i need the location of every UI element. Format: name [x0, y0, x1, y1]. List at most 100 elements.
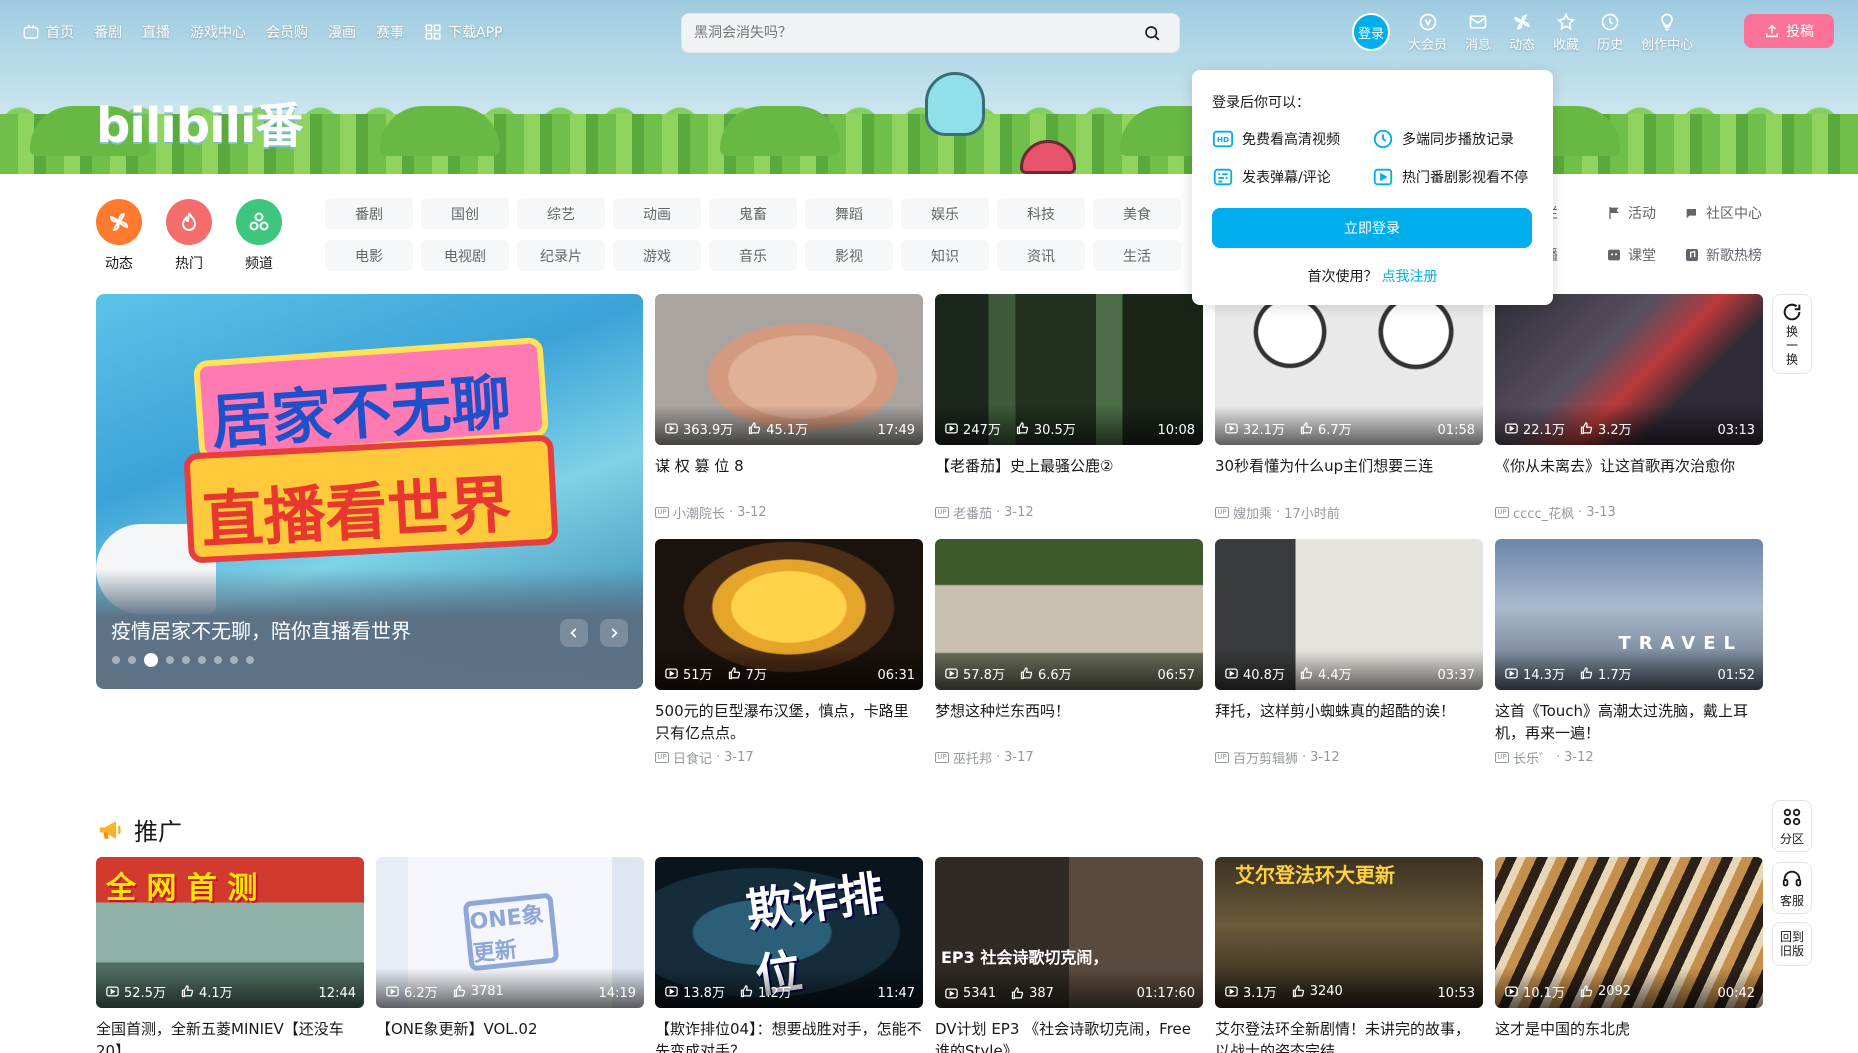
category-film[interactable]: 影视 [805, 240, 893, 271]
carousel-dot[interactable] [214, 656, 222, 664]
video-meta[interactable]: UP 巫托邦 · 3-17 [935, 748, 1203, 767]
register-link[interactable]: 点我注册 [1382, 269, 1438, 285]
nav-home[interactable]: 首页 [22, 22, 74, 42]
video-title[interactable]: DV计划 EP3 《社会诗歌切克闹，Free谁的Style》 [935, 1018, 1203, 1053]
quick-hot[interactable]: 热门 [166, 199, 212, 273]
video-title[interactable]: 《你从未离去》让这首歌再次治愈你 [1495, 455, 1763, 499]
category-kichiku[interactable]: 鬼畜 [709, 198, 797, 229]
video-title[interactable]: 艾尔登法环全新剧情！未讲完的故事，以战士的姿态完结 [1215, 1018, 1483, 1053]
video-thumbnail[interactable]: 247万 30.5万 10:08 [935, 294, 1203, 445]
video-thumbnail[interactable]: 10.1万 2092 00:42 [1495, 857, 1763, 1008]
video-title[interactable]: 【欺诈排位04】：想要战胜对手，怎能不先变成对手？ [655, 1018, 923, 1053]
link-activity[interactable]: 活动 [1606, 203, 1656, 223]
nav-download-app[interactable]: 下载APP [424, 22, 502, 42]
carousel-dot[interactable] [128, 656, 136, 664]
zone-button[interactable]: 分区 [1772, 800, 1812, 852]
carousel[interactable]: 居家不无聊 直播看世界 疫情居家不无聊，陪你直播看世界 [96, 294, 643, 689]
video-thumbnail[interactable]: 363.9万 45.1万 17:49 [655, 294, 923, 445]
carousel-next-button[interactable] [600, 619, 628, 647]
video-card[interactable]: TRAVEL 14.3万 1.7万 01:52 这首《Touch》高潮太过洗脑，… [1495, 539, 1763, 767]
nav-messages[interactable]: 消息 [1465, 12, 1491, 53]
nav-history[interactable]: 历史 [1597, 12, 1623, 53]
video-title[interactable]: 【老番茄】史上最骚公鹿② [935, 455, 1203, 499]
category-animation[interactable]: 动画 [613, 198, 701, 229]
link-classroom[interactable]: 课堂 [1606, 245, 1656, 265]
video-meta[interactable]: UP 百万剪辑狮 · 3-12 [1215, 748, 1483, 767]
link-community[interactable]: 社区中心 [1684, 203, 1762, 223]
customer-service-button[interactable]: 客服 [1772, 862, 1812, 914]
category-variety[interactable]: 综艺 [517, 198, 605, 229]
category-tv-series[interactable]: 电视剧 [421, 240, 509, 271]
video-meta[interactable]: UP cccc_花枫 · 3-13 [1495, 503, 1763, 522]
promo-card[interactable]: ONE象更新 6.2万 3781 14:19 【ONE象更新】VOL.02 [376, 857, 644, 1053]
video-title[interactable]: 500元的巨型瀑布汉堡，慎点，卡路里只有亿点点。 [655, 700, 923, 744]
video-thumbnail[interactable]: 40.8万 4.4万 03:37 [1215, 539, 1483, 690]
old-version-button[interactable]: 回到旧版 [1772, 922, 1812, 966]
category-life[interactable]: 生活 [1093, 240, 1181, 271]
promo-card[interactable]: 全 网 首 测 52.5万 4.1万 12:44 全国首测，全新五菱MINIEV… [96, 857, 364, 1053]
category-movie[interactable]: 电影 [325, 240, 413, 271]
video-card[interactable]: 22.1万 3.2万 03:13 《你从未离去》让这首歌再次治愈你 UP cccc… [1495, 294, 1763, 522]
upload-button[interactable]: 投稿 [1744, 14, 1834, 48]
video-thumbnail[interactable]: 全 网 首 测 52.5万 4.1万 12:44 [96, 857, 364, 1008]
video-title[interactable]: 30秒看懂为什么up主们想要三连 [1215, 455, 1483, 499]
video-thumbnail[interactable]: TRAVEL 14.3万 1.7万 01:52 [1495, 539, 1763, 690]
video-meta[interactable]: UP 长乐゛ · 3-12 [1495, 748, 1763, 767]
video-title[interactable]: 拜托，这样剪小蜘蛛真的超酷的诶！ [1215, 700, 1483, 744]
promo-card[interactable]: 10.1万 2092 00:42 这才是中国的东北虎 [1495, 857, 1763, 1053]
carousel-dot[interactable] [246, 656, 254, 664]
video-thumbnail[interactable]: EP3 社会诗歌切克闹， 5341 387 01:17:60 [935, 857, 1203, 1008]
carousel-prev-button[interactable] [560, 619, 588, 647]
category-entertainment[interactable]: 娱乐 [901, 198, 989, 229]
video-meta[interactable]: UP 嫂加乘 · 17小时前 [1215, 503, 1483, 522]
nav-favorites[interactable]: 收藏 [1553, 12, 1579, 53]
video-card[interactable]: 363.9万 45.1万 17:49 谋 权 篡 位 8 UP 小潮院长 · 3-12 [655, 294, 923, 522]
video-title[interactable]: 梦想这种烂东西吗！ [935, 700, 1203, 744]
video-meta[interactable]: UP 老番茄 · 3-12 [935, 503, 1203, 522]
carousel-dot[interactable] [166, 656, 174, 664]
carousel-caption[interactable]: 疫情居家不无聊，陪你直播看世界 [111, 615, 411, 644]
category-tech[interactable]: 科技 [997, 198, 1085, 229]
nav-game-center[interactable]: 游戏中心 [190, 22, 246, 42]
video-title[interactable]: 这首《Touch》高潮太过洗脑，戴上耳机，再来一遍！ [1495, 700, 1763, 744]
carousel-dot[interactable] [198, 656, 206, 664]
category-documentary[interactable]: 纪录片 [517, 240, 605, 271]
category-bangumi[interactable]: 番剧 [325, 198, 413, 229]
login-avatar-button[interactable]: 登录 [1352, 13, 1390, 51]
category-game[interactable]: 游戏 [613, 240, 701, 271]
category-knowledge[interactable]: 知识 [901, 240, 989, 271]
search-input[interactable] [694, 25, 1137, 41]
video-meta[interactable]: UP 日食记 · 3-17 [655, 748, 923, 767]
search-button[interactable] [1137, 18, 1167, 48]
video-title[interactable]: 【ONE象更新】VOL.02 [376, 1018, 644, 1053]
nav-bangumi[interactable]: 番剧 [94, 22, 122, 42]
carousel-dot[interactable] [230, 656, 238, 664]
login-button[interactable]: 立即登录 [1212, 208, 1532, 248]
nav-mall[interactable]: 会员购 [266, 22, 308, 42]
promo-card[interactable]: EP3 社会诗歌切克闹， 5341 387 01:17:60 DV计划 EP3 … [935, 857, 1203, 1053]
carousel-dot[interactable] [112, 656, 120, 664]
video-card[interactable]: 32.1万 6.7万 01:58 30秒看懂为什么up主们想要三连 UP 嫂加乘 ·… [1215, 294, 1483, 522]
nav-live[interactable]: 直播 [142, 22, 170, 42]
nav-esports[interactable]: 赛事 [376, 22, 404, 42]
bilibili-logo[interactable]: bilibili番 [96, 86, 303, 156]
video-title[interactable]: 这才是中国的东北虎 [1495, 1018, 1763, 1053]
video-thumbnail[interactable]: 22.1万 3.2万 03:13 [1495, 294, 1763, 445]
video-thumbnail[interactable]: 艾尔登法环大更新 3.1万 3240 10:53 [1215, 857, 1483, 1008]
promo-card[interactable]: 欺诈排位 13.8万 1.2万 11:47 【欺诈排位04】：想要战胜对手，怎能… [655, 857, 923, 1053]
video-card[interactable]: 40.8万 4.4万 03:37 拜托，这样剪小蜘蛛真的超酷的诶！ UP 百万剪辑… [1215, 539, 1483, 767]
video-title[interactable]: 谋 权 篡 位 8 [655, 455, 923, 499]
nav-manga[interactable]: 漫画 [328, 22, 356, 42]
nav-dynamics[interactable]: 动态 [1509, 12, 1535, 53]
video-thumbnail[interactable]: 57.8万 6.6万 06:57 [935, 539, 1203, 690]
category-guochuang[interactable]: 国创 [421, 198, 509, 229]
video-card[interactable]: 51万 7万 06:31 500元的巨型瀑布汉堡，慎点，卡路里只有亿点点。 UP… [655, 539, 923, 767]
video-card[interactable]: 247万 30.5万 10:08 【老番茄】史上最骚公鹿② UP 老番茄 · 3-12 [935, 294, 1203, 522]
carousel-dot[interactable] [182, 656, 190, 664]
video-thumbnail[interactable]: ONE象更新 6.2万 3781 14:19 [376, 857, 644, 1008]
video-title[interactable]: 全国首测，全新五菱MINIEV【还没车20】 [96, 1018, 364, 1053]
promo-card[interactable]: 艾尔登法环大更新 3.1万 3240 10:53 艾尔登法环全新剧情！未讲完的故… [1215, 857, 1483, 1053]
video-card[interactable]: 57.8万 6.6万 06:57 梦想这种烂东西吗！ UP 巫托邦 · 3-17 [935, 539, 1203, 767]
category-news[interactable]: 资讯 [997, 240, 1085, 271]
carousel-dot-active[interactable] [144, 653, 158, 667]
